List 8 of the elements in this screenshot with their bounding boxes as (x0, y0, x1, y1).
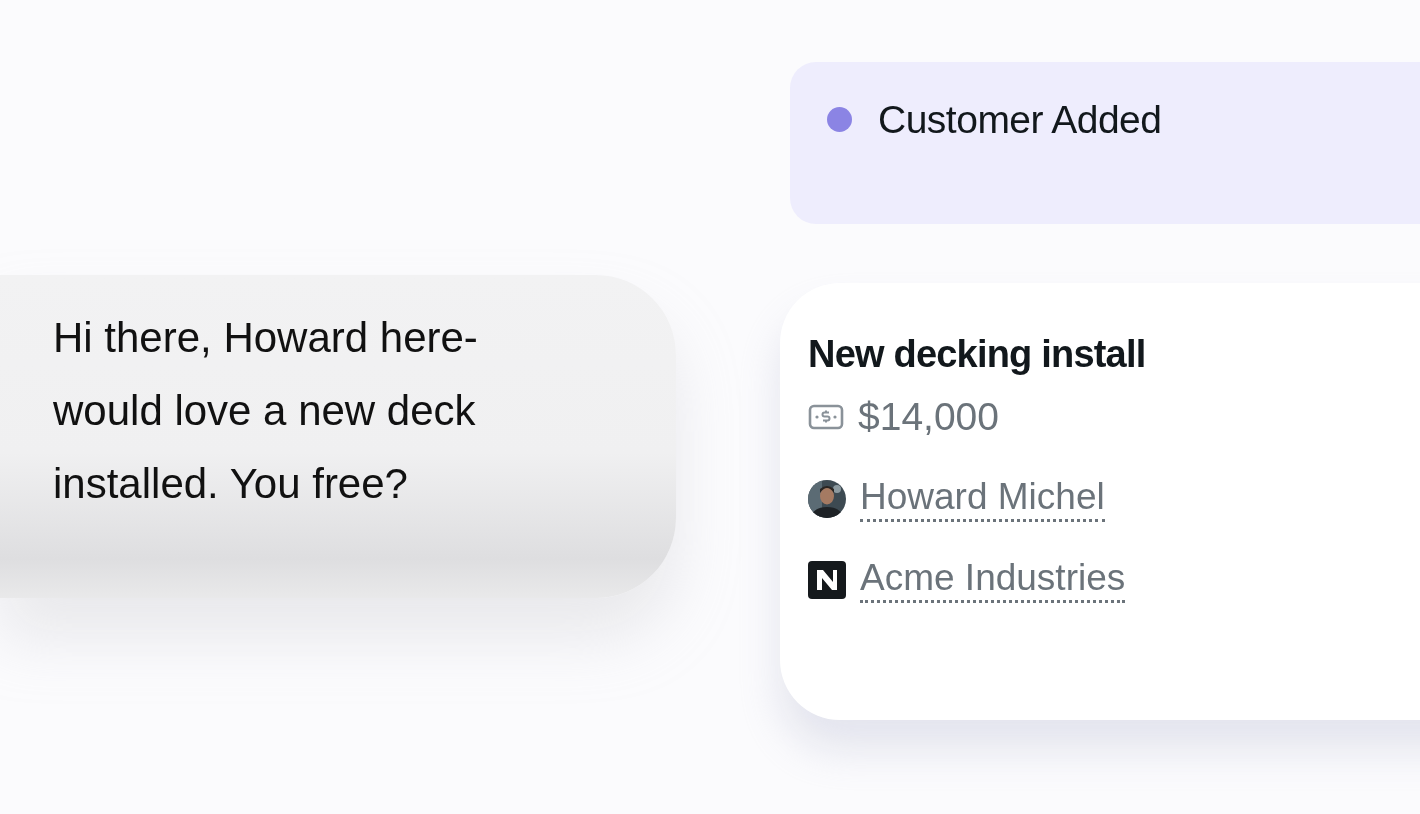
deal-amount: $14,000 (858, 394, 999, 440)
logo-icon (808, 560, 846, 599)
cash-icon (808, 403, 844, 431)
message-text: Hi there, Howard here-would love a new deck installed. You free? (53, 313, 479, 509)
company-link[interactable]: Acme Industries (860, 556, 1126, 603)
status-label: Customer Added (878, 97, 1162, 143)
deal-title: New decking install (808, 332, 1147, 377)
contact-link[interactable]: Howard Michel (860, 475, 1105, 522)
